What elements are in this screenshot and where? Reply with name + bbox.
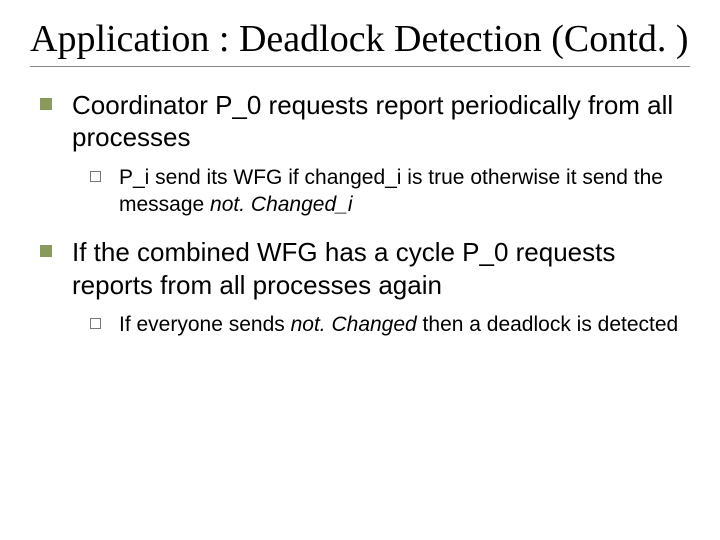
bullet-level1: Coordinator P_0 requests report periodic…	[40, 89, 690, 154]
hollow-square-bullet-icon	[90, 318, 101, 329]
subbullet-pre: P_i send its WFG if changed_i is true ot…	[119, 166, 663, 216]
title-block: Application : Deadlock Detection (Contd.…	[30, 18, 690, 67]
slide-title: Application : Deadlock Detection (Contd.…	[30, 18, 690, 62]
subbullet-text: If everyone sends not. Changed then a de…	[119, 311, 678, 338]
subbullet-em: not. Changed	[291, 313, 417, 336]
subbullet-pre: If everyone sends	[119, 313, 291, 336]
bullet-text: If the combined WFG has a cycle P_0 requ…	[72, 236, 690, 301]
subbullet-post: then a deadlock is detected	[417, 313, 679, 336]
hollow-square-bullet-icon	[90, 171, 101, 182]
subbullet-text: P_i send its WFG if changed_i is true ot…	[119, 164, 690, 219]
bullet-text: Coordinator P_0 requests report periodic…	[72, 89, 690, 154]
slide-body: Coordinator P_0 requests report periodic…	[30, 89, 690, 339]
bullet-level2: If everyone sends not. Changed then a de…	[90, 311, 690, 338]
slide: Application : Deadlock Detection (Contd.…	[0, 0, 720, 540]
square-bullet-icon	[40, 98, 52, 110]
square-bullet-icon	[40, 245, 52, 257]
bullet-level1: If the combined WFG has a cycle P_0 requ…	[40, 236, 690, 301]
bullet-level2: P_i send its WFG if changed_i is true ot…	[90, 164, 690, 219]
subbullet-em: not. Changed_i	[210, 193, 352, 216]
